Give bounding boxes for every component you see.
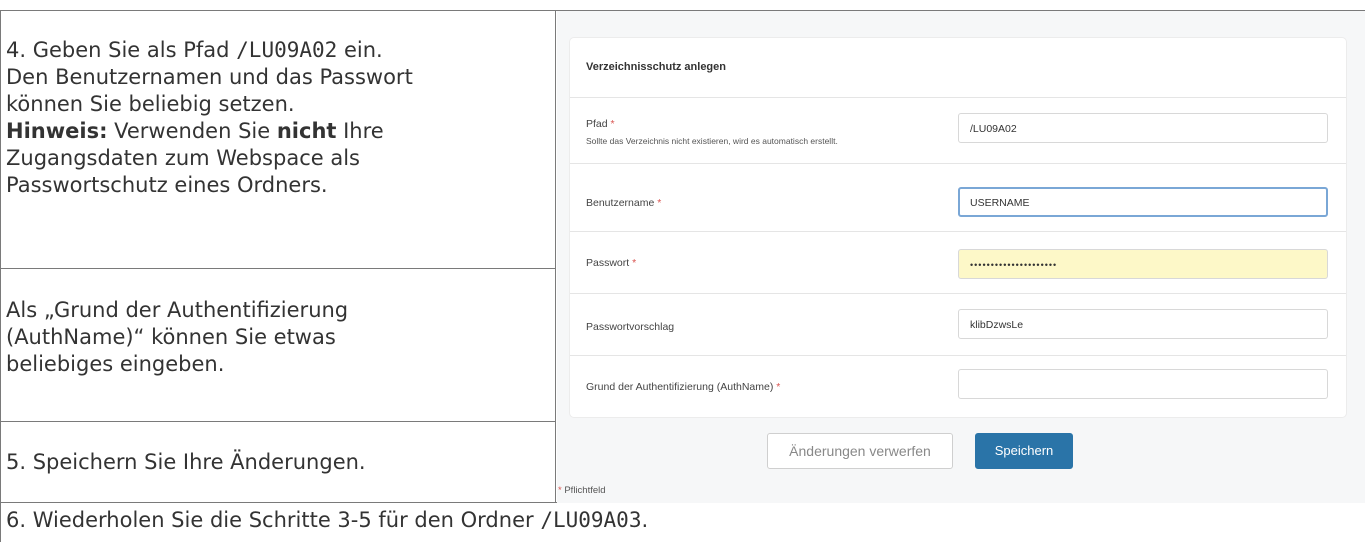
table-border-left [0, 10, 1, 542]
username-input[interactable]: USERNAME [958, 187, 1328, 217]
path-input[interactable]: /LU09A02 [958, 113, 1328, 143]
divider [570, 355, 1346, 356]
table-column-divider [555, 10, 556, 503]
table-row-divider-1 [0, 268, 555, 269]
path-hint: Sollte das Verzeichnis nicht existieren,… [586, 136, 838, 146]
divider [570, 163, 1346, 164]
step4-instructions: 4. Geben Sie als Pfad /LU09A02 ein. Den … [6, 38, 413, 197]
step6-path: /LU09A03 [540, 508, 642, 532]
password-suggestion-label: Passwortvorschlag [586, 321, 675, 333]
authname-instructions: Als „Grund der Authentifizierung (AuthNa… [6, 298, 349, 376]
password-input[interactable]: ••••••••••••••••••••• [958, 249, 1328, 279]
step6-instructions: 6. Wiederholen Sie die Schritte 3-5 für … [6, 508, 649, 532]
path-label: Pfad * [586, 118, 615, 130]
table-row-divider-2 [0, 421, 555, 422]
authname-label: Grund der Authentifizierung (AuthName) * [586, 381, 781, 393]
required-field-note: * Pflichtfeld [558, 485, 606, 496]
password-suggestion-input[interactable]: klibDzwsLe [958, 309, 1328, 339]
password-label: Passwort * [586, 257, 637, 269]
step5-instructions: 5. Speichern Sie Ihre Änderungen. [6, 450, 366, 474]
divider [570, 293, 1346, 294]
hint-label: Hinweis: [6, 119, 108, 143]
divider [570, 231, 1346, 232]
authname-input[interactable] [958, 369, 1328, 399]
step4-path: /LU09A02 [236, 38, 338, 62]
username-label: Benutzername * [586, 197, 662, 209]
directory-protection-form: Verzeichnisschutz anlegen Pfad * Sollte … [570, 38, 1346, 417]
divider [570, 97, 1346, 98]
discard-changes-button[interactable]: Änderungen verwerfen [767, 433, 953, 469]
form-title: Verzeichnisschutz anlegen [586, 61, 726, 73]
save-button[interactable]: Speichern [975, 433, 1073, 469]
